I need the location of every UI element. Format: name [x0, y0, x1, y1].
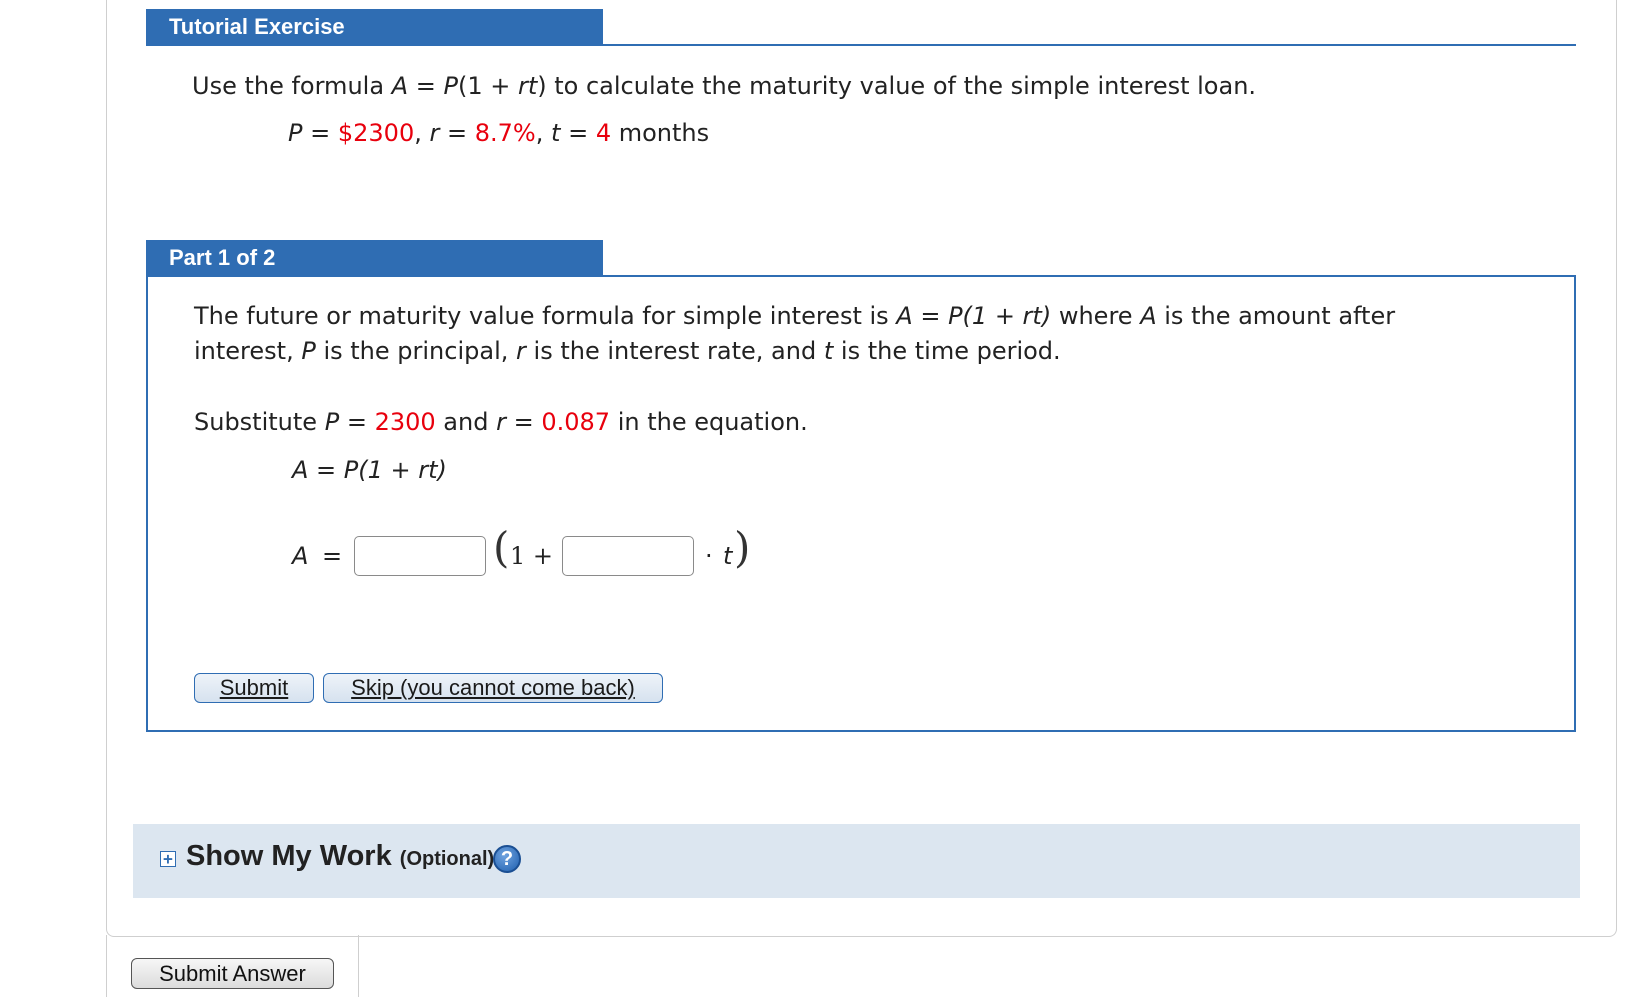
tutorial-exercise-header: Tutorial Exercise	[146, 9, 603, 45]
desc2-p: P	[301, 337, 316, 365]
principal-input[interactable]	[354, 536, 486, 576]
given-sep-1: ,	[414, 119, 422, 147]
answer-eq: =	[322, 542, 343, 570]
given-values: P = $2300, r = 8.7%, t = 4 months	[288, 119, 709, 147]
answer-t: t	[723, 542, 733, 570]
desc1-formula: A = P(1 + rt)	[896, 302, 1052, 330]
help-icon[interactable]: ?	[493, 845, 521, 873]
sub-p-eq: =	[339, 408, 375, 436]
skip-button[interactable]: Skip (you cannot come back)	[323, 673, 663, 703]
expand-plus-icon[interactable]: +	[160, 851, 176, 867]
desc1-post: is the amount after	[1164, 302, 1396, 330]
part-header: Part 1 of 2	[146, 240, 603, 276]
equation-line: A = P(1 + rt)	[292, 456, 447, 484]
given-t-unit: months	[618, 119, 710, 147]
desc1-pre: The future or maturity value formula for…	[194, 302, 889, 330]
substitute-line: Substitute P = 2300 and r = 0.087 in the…	[194, 408, 808, 436]
intro-formula-p: P	[443, 72, 458, 100]
given-t-value: 4	[595, 119, 612, 147]
intro-post: to calculate the maturity value of the s…	[554, 72, 1257, 100]
sub-pre: Substitute	[194, 408, 318, 436]
show-my-work-title[interactable]: Show My Work (Optional)	[186, 840, 494, 873]
intro-pre: Use the formula	[192, 72, 385, 100]
sub-r: r	[496, 408, 506, 436]
sub-r-value: 0.087	[541, 408, 611, 436]
sub-post: in the equation.	[617, 408, 808, 436]
paren-open: (	[493, 523, 510, 572]
given-r-label: r	[429, 119, 440, 147]
desc1-where: where	[1058, 302, 1133, 330]
show-my-work-optional: (Optional)	[399, 848, 495, 870]
answer-a-label: A	[292, 542, 309, 570]
answer-one-plus: 1 +	[510, 542, 554, 570]
tutorial-header-rule	[146, 44, 1576, 46]
given-p-eq: =	[302, 119, 338, 147]
desc2-t: t	[823, 337, 834, 365]
description-line-1: The future or maturity value formula for…	[194, 302, 1395, 330]
given-p-label: P	[288, 119, 303, 147]
description-line-2: interest, P is the principal, r is the i…	[194, 337, 1061, 365]
given-t-eq: =	[560, 119, 596, 147]
intro-formula-a: A	[391, 72, 409, 100]
footer-divider-left	[106, 935, 107, 997]
show-my-work-label: Show My Work	[186, 840, 392, 872]
intro-formula-paren-close: )	[537, 72, 547, 100]
intro-formula-paren-open: (1 +	[457, 72, 518, 100]
submit-answer-button[interactable]: Submit Answer	[131, 958, 334, 989]
rate-input[interactable]	[562, 536, 694, 576]
desc2-mid1: is the principal,	[323, 337, 509, 365]
desc2-mid2: is the interest rate, and	[533, 337, 817, 365]
sub-p: P	[324, 408, 340, 436]
sub-and: and	[443, 408, 489, 436]
desc2-pre: interest,	[194, 337, 294, 365]
desc2-post: is the time period.	[840, 337, 1061, 365]
intro-text: Use the formula A = P(1 + rt) to calcula…	[192, 72, 1256, 100]
given-p-value: $2300	[337, 119, 415, 147]
sub-r-eq: =	[505, 408, 542, 436]
footer-divider-mid	[358, 935, 359, 997]
intro-formula-rt: rt	[517, 72, 538, 100]
desc1-a: A	[1140, 302, 1157, 330]
sub-p-value: 2300	[374, 408, 436, 436]
given-sep-2: ,	[535, 119, 544, 147]
given-r-value: 8.7%	[474, 119, 536, 147]
desc2-r: r	[516, 337, 526, 365]
paren-close: )	[734, 523, 751, 572]
given-r-eq: =	[439, 119, 475, 147]
submit-button[interactable]: Submit	[194, 673, 314, 703]
intro-formula-eq: =	[408, 72, 444, 100]
answer-dot: ·	[705, 542, 713, 570]
